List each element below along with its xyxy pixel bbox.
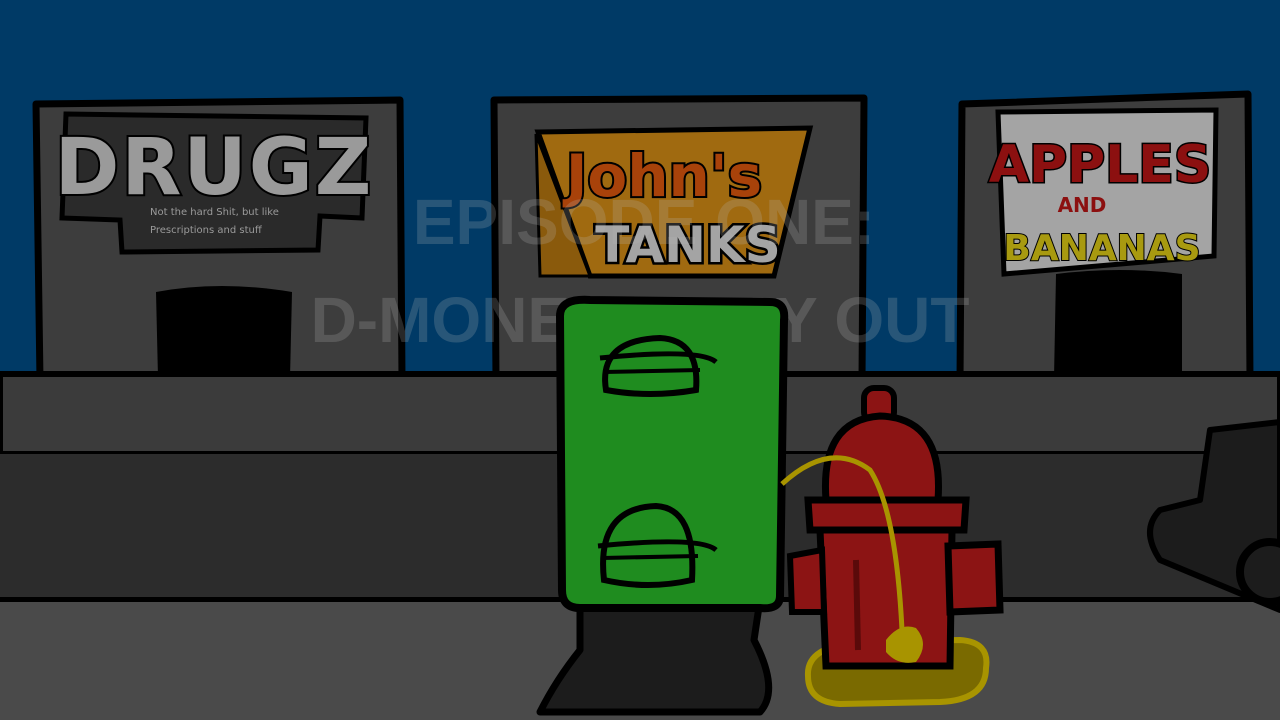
apples-door xyxy=(1054,270,1182,378)
game-scene: DRUGZ Not the hard Shit, but like Prescr… xyxy=(0,0,1280,720)
tank-character xyxy=(536,295,789,716)
apples-sign-title: APPLES xyxy=(989,135,1212,195)
episode-title-line1: EPISODE ONE: xyxy=(413,186,875,258)
apples-sign-and: AND xyxy=(1058,193,1107,217)
apples-bananas-building: APPLES AND BANANAS xyxy=(956,90,1254,384)
drugz-sign-subtitle-2: Prescriptions and stuff xyxy=(150,225,263,236)
apples-bananas-sign: APPLES AND BANANAS xyxy=(987,107,1219,277)
apples-sign-bananas: BANANAS xyxy=(1003,228,1200,269)
drugz-door xyxy=(156,286,292,378)
tank-body xyxy=(556,295,789,613)
drugz-sign-subtitle-1: Not the hard Shit, but like xyxy=(150,207,279,218)
drugz-sign-title: DRUGZ xyxy=(55,123,374,213)
